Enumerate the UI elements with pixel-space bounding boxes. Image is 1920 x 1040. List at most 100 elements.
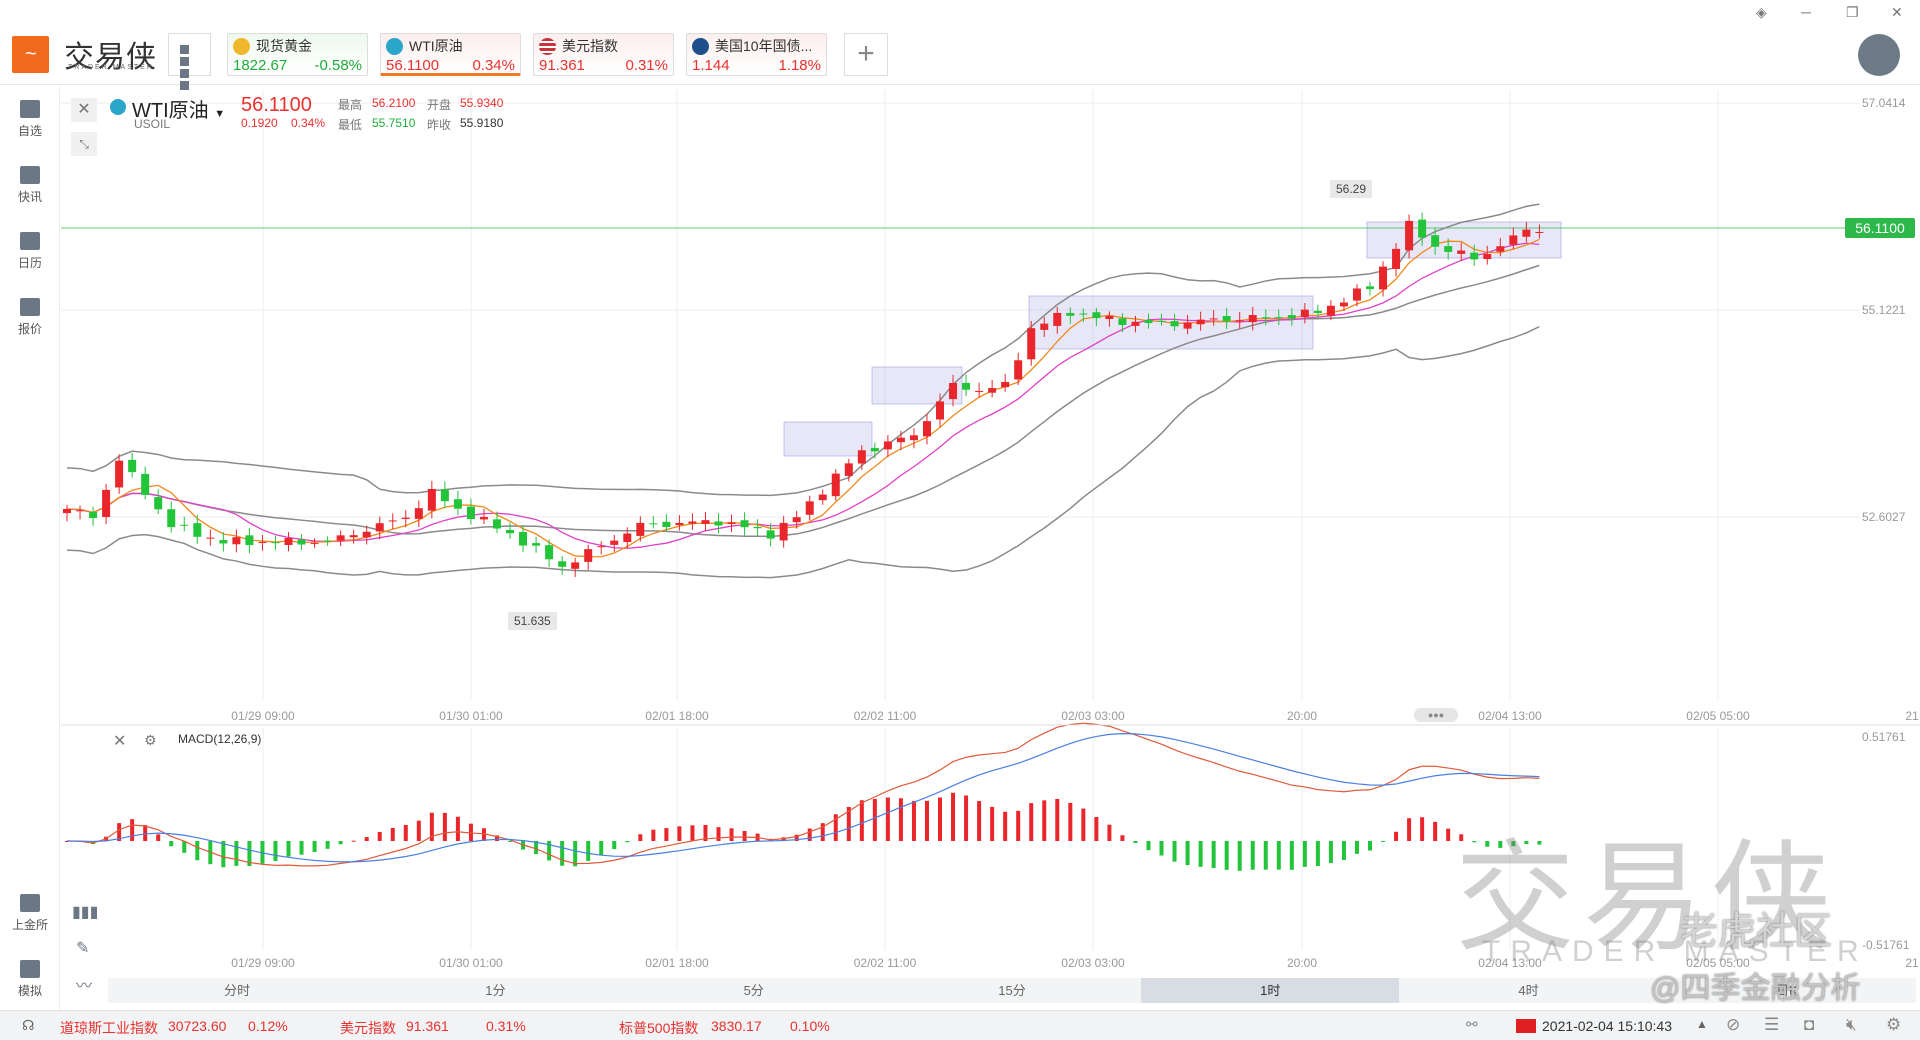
candle [1457, 250, 1466, 254]
candle [701, 520, 710, 524]
macd-histogram-bar [273, 841, 278, 861]
oil-icon [110, 99, 126, 115]
candle [545, 545, 554, 560]
candle [727, 522, 736, 525]
macd-axis-bottom: -0.51761 [1862, 938, 1910, 952]
time-axis-label: 01/30 01:00 [439, 956, 503, 970]
price-axis-label: 52.6027 [1862, 510, 1906, 524]
line-chart-icon[interactable]: 〰 [76, 972, 92, 996]
period-tab[interactable]: 15分 [883, 978, 1141, 1003]
candle [1105, 315, 1114, 320]
candle [1183, 322, 1192, 329]
price-axis-label: 55.1221 [1862, 303, 1906, 317]
ma5-line [66, 238, 1540, 558]
candle [1496, 246, 1505, 252]
candle [909, 435, 918, 441]
candle [779, 522, 788, 541]
macd-histogram-bar [1172, 841, 1177, 862]
status-index-name[interactable]: 美元指数 [340, 1018, 396, 1038]
macd-histogram-bar [299, 841, 304, 855]
macd-histogram-bar [1003, 811, 1008, 841]
candle [1144, 319, 1153, 324]
macd-histogram-bar [1354, 841, 1359, 854]
candle [89, 512, 98, 519]
candle [1418, 219, 1427, 238]
candle [675, 522, 684, 526]
macd-histogram-bar [690, 825, 695, 841]
macd-histogram-bar [1237, 841, 1242, 871]
macd-label: MACD(12,26,9) [178, 732, 262, 746]
candle [1040, 323, 1049, 330]
candle [818, 494, 827, 501]
consolidation-box[interactable] [871, 366, 963, 405]
macd-histogram-bar [312, 841, 317, 852]
candle [1170, 321, 1179, 327]
candle [297, 539, 306, 545]
macd-histogram-bar [742, 831, 747, 841]
macd-histogram-bar [1381, 841, 1386, 842]
connection-icon[interactable]: ⚯ [1466, 1016, 1478, 1033]
candle [519, 531, 528, 546]
macd-histogram-bar [599, 841, 604, 856]
close-macd-button[interactable]: ✕ [113, 731, 126, 751]
more-dots-handle[interactable]: ●●● [1414, 708, 1458, 722]
macd-histogram-bar [403, 824, 408, 841]
period-tab[interactable]: 分时 [108, 978, 366, 1003]
candle [375, 523, 384, 532]
time-axis-label: 02/04 13:00 [1478, 709, 1542, 723]
candle [323, 540, 332, 542]
candle [63, 508, 71, 514]
list-icon[interactable]: ☰ [1764, 1015, 1779, 1035]
headset-icon[interactable]: ☊ [22, 1017, 34, 1034]
period-tab[interactable]: 1时 [1141, 978, 1400, 1003]
camera-icon[interactable]: ◘ [1804, 1015, 1814, 1035]
pencil-icon[interactable]: ✎ [76, 938, 89, 958]
candle [115, 460, 124, 488]
screen-off-icon[interactable]: ⊘ [1726, 1015, 1740, 1035]
current-price-tag: 56.1100 [1845, 218, 1915, 238]
community-watermark: 老虎社区 [1680, 911, 1833, 953]
collapse-icon[interactable]: ⤡ [71, 132, 97, 156]
macd-histogram-bar [859, 800, 864, 841]
macd-histogram-bar [325, 841, 330, 849]
settings-icon[interactable]: ⚙ [144, 732, 157, 749]
time-axis-label: 01/30 01:00 [439, 709, 503, 723]
candle [1066, 312, 1075, 316]
candle [1287, 315, 1296, 319]
macd-histogram-bar [377, 831, 382, 841]
high-value: 56.2100 [372, 96, 416, 110]
macd-histogram-bar [1198, 841, 1203, 867]
period-tab[interactable]: 4时 [1399, 978, 1657, 1003]
candle [284, 538, 293, 545]
candle [688, 521, 697, 524]
macd-histogram-bar [729, 828, 734, 841]
open-label: 开盘 [427, 98, 452, 112]
candle [1053, 312, 1062, 326]
candle [975, 390, 984, 392]
period-tab[interactable]: 1分 [366, 978, 624, 1003]
candle [414, 508, 423, 519]
candle [1196, 319, 1205, 325]
caret-up-icon[interactable]: ▲ [1696, 1017, 1708, 1031]
close-chart-button[interactable]: ✕ [71, 98, 97, 122]
symbol-change-pct: 0.34% [291, 116, 326, 130]
candle [440, 489, 449, 502]
status-bar: ☊ 道琼斯工业指数 30723.60 0.12% 美元指数 91.361 0.3… [0, 1010, 1920, 1040]
high-marker-label: 56.29 [1330, 180, 1373, 198]
candle [610, 540, 619, 545]
macd-histogram-bar [130, 819, 135, 841]
candle [506, 529, 515, 534]
macd-histogram-bar [442, 812, 447, 841]
status-index-name[interactable]: 标普500指数 [619, 1018, 698, 1038]
macd-histogram-bar [898, 798, 903, 841]
candle [154, 497, 163, 510]
macd-histogram-bar [351, 840, 356, 842]
period-tab[interactable]: 5分 [625, 978, 883, 1003]
macd-histogram-bar [573, 841, 578, 867]
indicator-icon[interactable]: ▮▮▮ [72, 902, 98, 922]
status-index-name[interactable]: 道琼斯工业指数 [60, 1018, 158, 1038]
mute-icon[interactable]: 🔇︎ [1846, 1015, 1857, 1035]
settings-icon[interactable]: ⚙ [1886, 1015, 1901, 1035]
candle [831, 473, 840, 497]
candle [936, 401, 945, 420]
